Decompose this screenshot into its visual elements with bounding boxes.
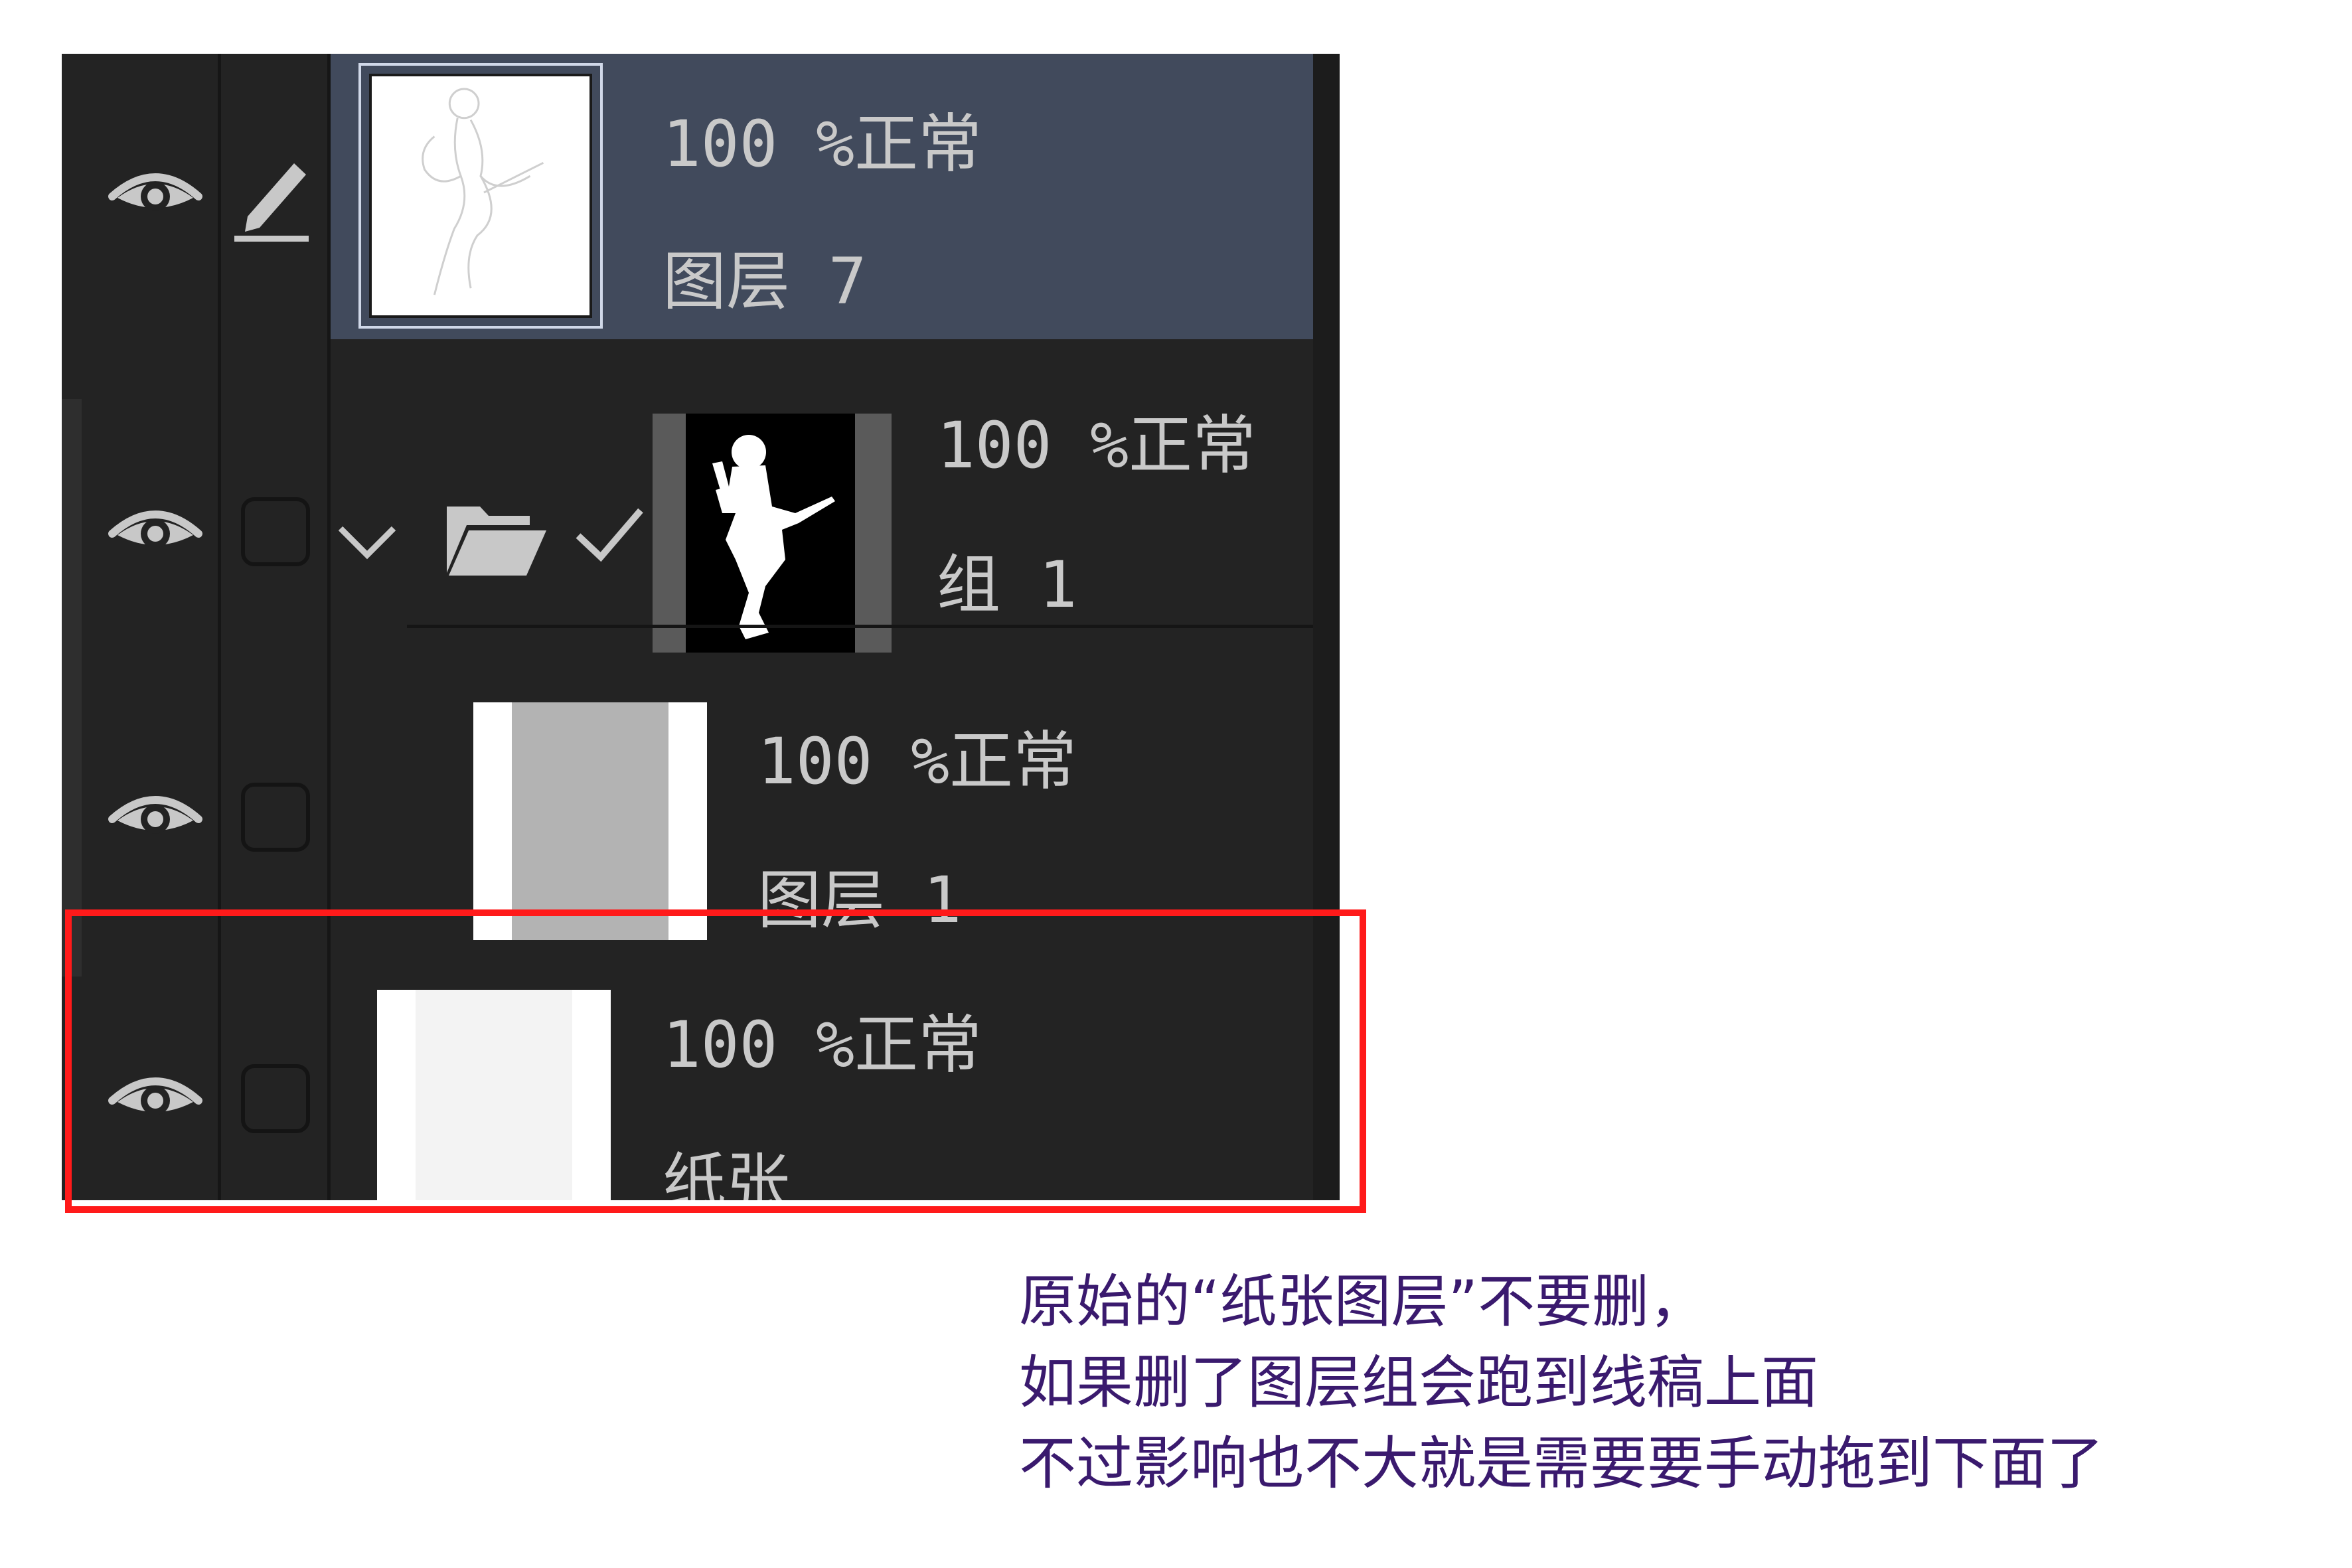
eye-icon[interactable] [108,163,202,223]
annotation-note: 原始的“纸张图层”不要删， 如果删了图层组会跑到线稿上面 不过影响也不大就是需要… [1019,1261,2104,1504]
sketch-figure-thumbnail [422,88,544,295]
layer-thumbnail-layer7 [358,63,603,329]
chevron-down-icon[interactable] [334,518,400,565]
layer-opacity-mode: 100 %正常 [663,107,982,181]
annotation-line: 不过影响也不大就是需要要手动拖到下面了 [1019,1431,2104,1497]
layer-name: 组 1 [937,548,1077,622]
layer-opacity-mode: 100 %正常 [937,408,1256,483]
figure-silhouette-thumbnail [712,435,835,639]
lock-checkbox[interactable] [241,783,310,852]
scroll-edge[interactable] [62,399,82,977]
lock-checkbox[interactable] [241,497,310,566]
eye-icon[interactable] [108,786,202,846]
layer-name: 图层 7 [663,244,867,319]
layer-thumbnail-layer1 [473,702,707,940]
layer-row-layer7[interactable]: 100 %正常 图层 7 [62,54,1340,339]
pen-edit-icon[interactable] [221,153,321,246]
layer-row-layer1[interactable]: 100 %正常 图层 1 [62,628,1340,940]
annotation-line: 如果删了图层组会跑到线稿上面 [1019,1350,1818,1416]
open-folder-icon [447,507,546,576]
annotation-line: 原始的“纸张图层”不要删， [1019,1269,1707,1335]
checkmark-icon[interactable] [573,504,646,564]
eye-icon[interactable] [108,501,202,560]
layer-opacity-mode: 100 %正常 [757,724,1077,799]
highlight-box-paper-layer [65,909,1366,1213]
layer-thumbnail-group1 [653,414,892,653]
layer-row-group1[interactable]: 100 %正常 组 1 [62,339,1340,653]
